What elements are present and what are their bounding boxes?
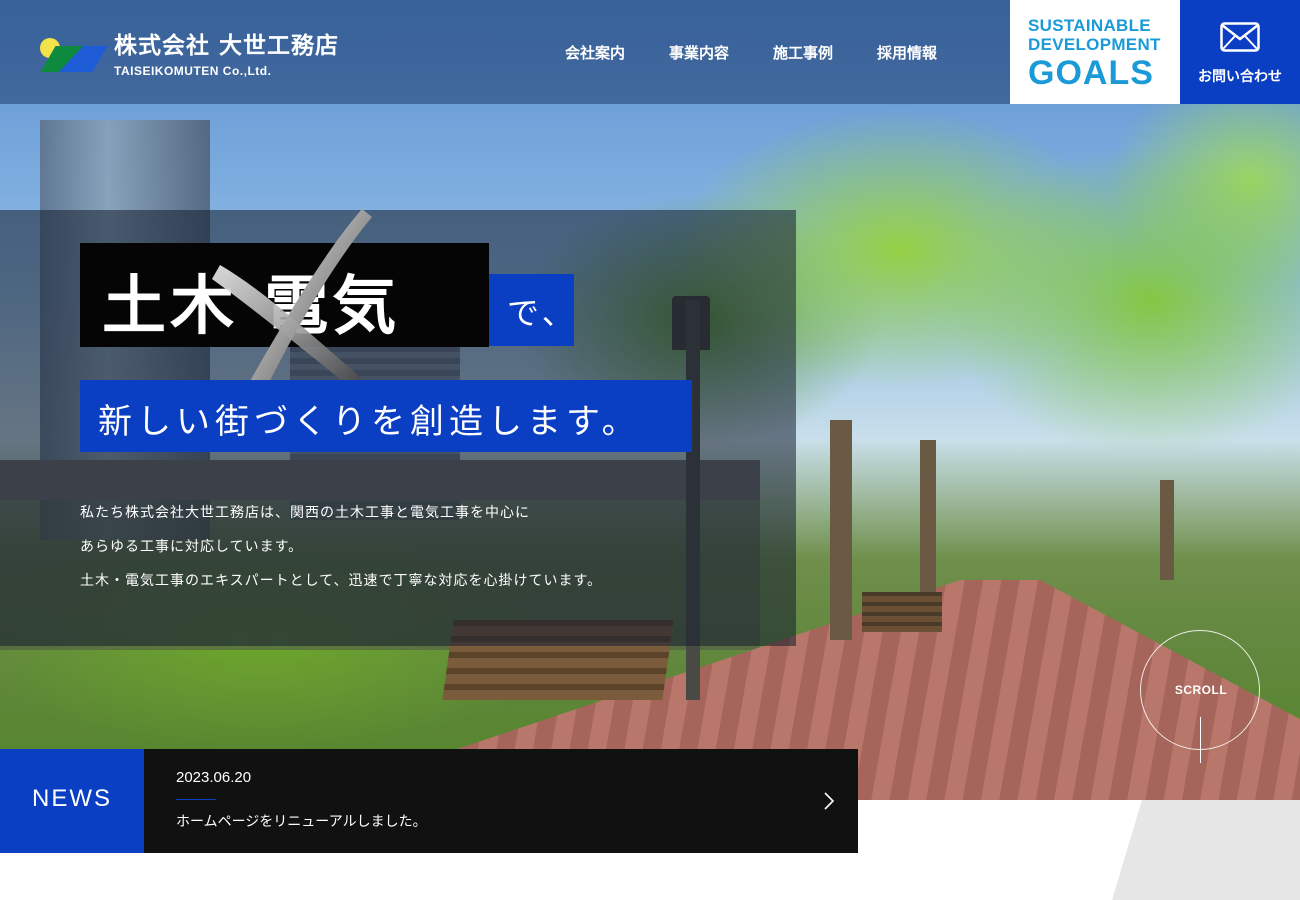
news-date: 2023.06.20 bbox=[176, 769, 252, 786]
logo-text: 株式会社 大世工務店 TAISEIKOMUTEN Co.,Ltd. bbox=[114, 26, 339, 78]
contact-label: お問い合わせ bbox=[1198, 69, 1282, 85]
tree-trunk bbox=[1160, 480, 1174, 580]
company-logo[interactable]: 株式会社 大世工務店 TAISEIKOMUTEN Co.,Ltd. bbox=[40, 26, 339, 78]
global-nav: 会社案内 事業内容 施工事例 採用情報 bbox=[543, 42, 959, 63]
company-name-en: TAISEIKOMUTEN Co.,Ltd. bbox=[114, 64, 272, 78]
catch-sub-box: 新しい街づくりを創造します。 bbox=[80, 380, 692, 452]
scroll-line bbox=[1200, 717, 1201, 763]
news-divider bbox=[176, 799, 216, 800]
lead-line: 土木・電気工事のエキスパートとして、迅速で丁寧な対応を心掛けています。 bbox=[80, 573, 603, 589]
news-label-box: NEWS bbox=[0, 749, 144, 853]
news-label: NEWS bbox=[32, 785, 112, 812]
lead-line: 私たち株式会社大世工務店は、関西の土木工事と電気工事を中心に bbox=[80, 505, 530, 521]
mail-icon bbox=[1220, 22, 1260, 52]
chevron-right-icon bbox=[824, 792, 835, 810]
decorative-grey-shape bbox=[1112, 800, 1300, 900]
news-item[interactable]: 2023.06.20 ホームページをリニューアルしました。 bbox=[144, 749, 858, 853]
catch-sub-text: 新しい街づくりを創造します。 bbox=[98, 402, 641, 442]
hero-lead: 私たち株式会社大世工務店は、関西の土木工事と電気工事を中心に あらゆる工事に対応… bbox=[80, 496, 700, 598]
nav-item-company[interactable]: 会社案内 bbox=[565, 42, 625, 63]
cross-x-icon bbox=[212, 209, 382, 403]
company-name: 株式会社 大世工務店 bbox=[114, 33, 340, 59]
catch-de-text: で、 bbox=[507, 294, 578, 332]
catch-de-box: で、 bbox=[489, 274, 574, 346]
sdgs-line2: DEVELOPMENT bbox=[1028, 35, 1161, 54]
nav-item-business[interactable]: 事業内容 bbox=[669, 42, 729, 63]
tree-trunk bbox=[830, 420, 852, 640]
scroll-indicator[interactable]: SCROLL bbox=[1140, 630, 1260, 763]
sdgs-logo[interactable]: SUSTAINABLE DEVELOPMENT GOALS bbox=[1010, 0, 1180, 104]
lead-line: あらゆる工事に対応しています。 bbox=[80, 539, 304, 555]
contact-button[interactable]: お問い合わせ bbox=[1180, 0, 1300, 104]
sdgs-line1: SUSTAINABLE bbox=[1028, 16, 1151, 35]
logo-mark-icon bbox=[40, 32, 108, 72]
tree-trunk bbox=[920, 440, 936, 600]
sdgs-goals: GOALS bbox=[1028, 54, 1154, 92]
bench bbox=[862, 592, 942, 632]
news-title: ホームページをリニューアルしました。 bbox=[176, 814, 427, 830]
nav-item-works[interactable]: 施工事例 bbox=[773, 42, 833, 63]
site-header: 株式会社 大世工務店 TAISEIKOMUTEN Co.,Ltd. 会社案内 事… bbox=[0, 0, 1300, 104]
nav-item-recruit[interactable]: 採用情報 bbox=[877, 42, 937, 63]
scroll-label: SCROLL bbox=[1174, 683, 1228, 697]
